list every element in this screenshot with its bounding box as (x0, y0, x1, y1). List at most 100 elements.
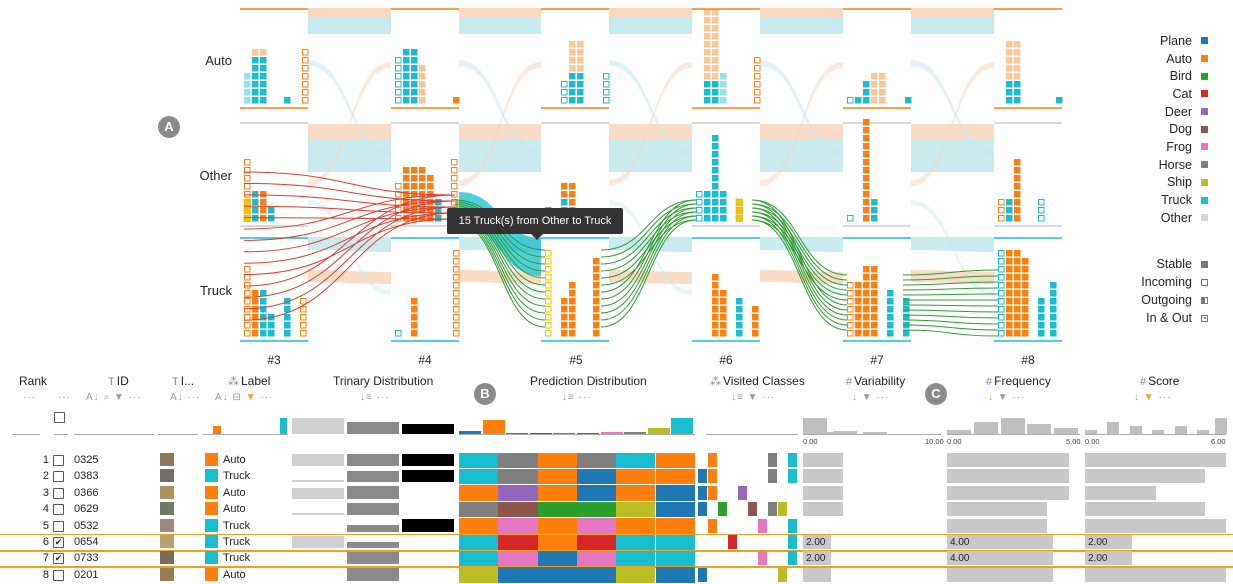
legend-item-truck[interactable]: Truck (1098, 191, 1208, 209)
filter-icon[interactable]: ▼ (114, 392, 125, 403)
column-header-frequency[interactable]: # Frequency (986, 374, 1051, 388)
sort-icon[interactable]: ↓≡ (731, 392, 744, 403)
legend-item-plane[interactable]: Plane (1098, 32, 1208, 50)
checkbox-menu-icon[interactable]: ··· (58, 392, 71, 403)
filter-active-icon[interactable]: ▼ (1144, 392, 1155, 403)
instance-glyph (712, 89, 719, 96)
visited-class-mark (758, 551, 767, 566)
variability-column-tools[interactable]: ↓ ▼ ··· (852, 392, 889, 403)
row-checkbox[interactable] (53, 520, 64, 532)
row-checkbox[interactable]: ✔ (53, 553, 64, 565)
filter-active-icon[interactable]: ▼ (246, 392, 257, 403)
more-icon[interactable]: ··· (762, 392, 775, 403)
row-checkbox[interactable] (53, 487, 64, 499)
column-header-variability[interactable]: # Variability (846, 374, 905, 388)
rank-cell: 2 (42, 470, 49, 483)
instance-glyph (863, 135, 870, 142)
row-checkbox[interactable] (53, 569, 64, 581)
visited-column-tools[interactable]: ↓≡ ▼ ··· (731, 392, 775, 403)
row-checkbox[interactable]: ✔ (53, 537, 64, 548)
column-header-id[interactable]: T ID (108, 374, 129, 388)
instance-glyph (905, 97, 912, 104)
filter-icon[interactable]: ▼ (748, 392, 759, 403)
row-checkbox[interactable] (53, 455, 64, 466)
filter-icon[interactable]: ▼ (862, 392, 873, 403)
column-header-label[interactable]: ⁂ Label (228, 374, 270, 388)
trinary-bar (347, 568, 399, 581)
instance-glyph (1014, 274, 1021, 281)
label-swatch (205, 502, 218, 516)
image-column-tools[interactable]: A↓ ··· (170, 392, 200, 403)
image-thumbnail[interactable] (160, 469, 174, 483)
row-checkbox[interactable] (53, 471, 64, 483)
more-icon[interactable]: ··· (876, 392, 889, 403)
image-thumbnail[interactable] (160, 518, 174, 532)
more-icon[interactable]: ··· (579, 392, 592, 403)
label-column-tools[interactable]: A↓ ⊟ ▼ ··· (215, 392, 273, 403)
instance-glyph (871, 73, 878, 80)
id-cell: 0366 (74, 486, 99, 499)
legend-item-bird[interactable]: Bird (1098, 67, 1208, 85)
flow-row-label-other: Other (199, 168, 232, 183)
sort-icon[interactable]: ↓≡ (562, 392, 575, 403)
instance-glyph (300, 298, 307, 305)
image-header-label: I... (180, 374, 195, 388)
sort-active-icon[interactable]: ↓ (988, 392, 994, 403)
trinary-column-tools[interactable]: ↓≡ ··· (360, 392, 390, 403)
legend-item-other[interactable]: Other (1098, 209, 1208, 227)
more-icon[interactable]: ··· (187, 392, 200, 403)
score-column-tools[interactable]: ↓ ▼ ··· (1134, 392, 1171, 403)
more-icon[interactable]: ··· (377, 392, 390, 403)
prediction-cell (655, 452, 695, 468)
column-header-rank[interactable]: Rank (19, 374, 47, 388)
search-icon[interactable]: ⌕ (103, 392, 110, 403)
frequency-column-tools[interactable]: ↓ ▼ ··· (988, 392, 1025, 403)
visited-class-mark (708, 485, 717, 500)
more-icon[interactable]: ··· (1158, 392, 1171, 403)
prediction-column-tools[interactable]: ↓≡ ··· (562, 392, 592, 403)
legend-item-horse[interactable]: Horse (1098, 156, 1208, 174)
legend-label: Truck (1161, 193, 1192, 208)
more-icon[interactable]: ··· (129, 392, 142, 403)
image-thumbnail[interactable] (160, 453, 174, 466)
sort-icon[interactable]: ↓≡ (360, 392, 373, 403)
sort-icon[interactable]: A↓ (170, 392, 184, 403)
id-column-tools[interactable]: A↓ ⌕ ▼ ··· (86, 392, 142, 403)
legend-item-cat[interactable]: Cat (1098, 85, 1208, 103)
legend-item-dog[interactable]: Dog (1098, 120, 1208, 138)
instance-glyph (252, 57, 259, 64)
more-icon[interactable]: ··· (260, 392, 273, 403)
visited-class-mark (768, 469, 777, 484)
instance-glyph (561, 89, 568, 96)
column-header-score[interactable]: # Score (1140, 374, 1179, 388)
column-header-trinary[interactable]: Trinary Distribution (333, 374, 433, 388)
image-thumbnail[interactable] (160, 485, 174, 499)
sort-icon[interactable]: A↓ (86, 392, 100, 403)
trinary-bar (292, 479, 344, 483)
image-thumbnail[interactable] (160, 502, 174, 516)
instance-glyph (704, 9, 711, 16)
column-header-prediction[interactable]: Prediction Distribution (530, 374, 647, 388)
filter-icon[interactable]: ▼ (998, 392, 1009, 403)
image-thumbnail[interactable] (160, 551, 174, 565)
legend-item-deer[interactable]: Deer (1098, 103, 1208, 121)
column-header-visited[interactable]: ⁂ Visited Classes (710, 374, 805, 388)
glyph-legend-label: Outgoing (1141, 293, 1192, 307)
select-all-checkbox[interactable] (54, 412, 65, 423)
sort-icon[interactable]: A↓ (215, 392, 229, 403)
rank-menu-icon[interactable]: ··· (23, 392, 36, 403)
instance-glyph (260, 298, 267, 305)
group-icon[interactable]: ⊟ (232, 392, 241, 403)
row-checkbox[interactable] (53, 504, 64, 516)
instance-glyph (260, 199, 267, 206)
image-thumbnail[interactable] (160, 535, 174, 548)
column-header-image[interactable]: T I... (172, 374, 194, 388)
legend-item-ship[interactable]: Ship (1098, 174, 1208, 192)
legend-item-frog[interactable]: Frog (1098, 138, 1208, 156)
more-icon[interactable]: ··· (1012, 392, 1025, 403)
legend-item-auto[interactable]: Auto (1098, 50, 1208, 68)
instance-glyph (260, 49, 267, 56)
image-thumbnail[interactable] (160, 567, 174, 581)
sort-icon[interactable]: ↓ (1134, 392, 1140, 403)
sort-icon[interactable]: ↓ (852, 392, 858, 403)
